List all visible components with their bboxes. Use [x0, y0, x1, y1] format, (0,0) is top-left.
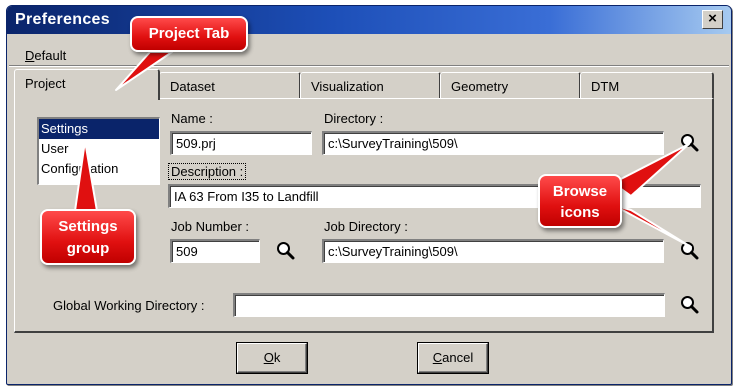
- job-directory-browse-icon[interactable]: [679, 240, 701, 262]
- menu-bar: Default: [9, 37, 729, 66]
- tab-dtm[interactable]: DTM: [580, 72, 714, 98]
- directory-field[interactable]: c:\SurveyTraining\509\: [322, 131, 664, 155]
- global-dir-field[interactable]: [233, 293, 665, 317]
- ok-mnemonic: O: [263, 350, 274, 365]
- directory-label: Directory :: [324, 111, 384, 126]
- close-icon[interactable]: ×: [702, 10, 723, 29]
- directory-browse-icon[interactable]: [679, 132, 701, 154]
- global-dir-label: Global Working Directory :: [53, 298, 205, 313]
- title-bar: Preferences ×: [7, 6, 731, 34]
- list-item-settings[interactable]: Settings: [39, 119, 159, 139]
- global-dir-browse-icon[interactable]: [679, 294, 701, 316]
- tab-visualization[interactable]: Visualization: [300, 72, 441, 98]
- callout-project-tab: Project Tab: [130, 16, 248, 52]
- cancel-mnemonic: C: [432, 350, 443, 365]
- list-item-configuration[interactable]: Configuration: [39, 159, 159, 179]
- settings-listbox[interactable]: Settings User Configuration: [37, 117, 160, 185]
- callout-browse-icons: Browse icons: [538, 174, 622, 228]
- name-label: Name :: [171, 111, 213, 126]
- callout-settings-line2: group: [66, 240, 110, 257]
- job-directory-label: Job Directory :: [324, 219, 408, 234]
- tab-project[interactable]: Project: [14, 69, 160, 100]
- callout-settings-line1: Settings: [58, 218, 118, 235]
- menu-default-mnemonic: D: [25, 48, 35, 63]
- ok-rest: k: [273, 350, 281, 365]
- description-label: Description :: [168, 163, 247, 180]
- callout-settings-group: Settings group: [40, 209, 136, 265]
- job-number-field[interactable]: 509: [170, 239, 260, 263]
- tab-dataset[interactable]: Dataset: [159, 72, 301, 98]
- callout-browse-line1: Browse: [552, 183, 608, 200]
- ok-button[interactable]: Ok: [237, 343, 307, 373]
- job-number-label: Job Number :: [171, 219, 250, 234]
- menu-default[interactable]: Default: [25, 48, 66, 63]
- window-title: Preferences: [15, 11, 110, 28]
- menu-default-rest: efault: [34, 48, 67, 63]
- cancel-button[interactable]: Cancel: [418, 343, 488, 373]
- tab-geometry[interactable]: Geometry: [440, 72, 581, 98]
- cancel-rest: ancel: [442, 350, 474, 365]
- name-field[interactable]: 509.prj: [170, 131, 312, 155]
- callout-browse-line2: icons: [560, 204, 600, 221]
- job-directory-field[interactable]: c:\SurveyTraining\509\: [322, 239, 664, 263]
- job-number-browse-icon[interactable]: [275, 240, 297, 262]
- list-item-user[interactable]: User: [39, 139, 159, 159]
